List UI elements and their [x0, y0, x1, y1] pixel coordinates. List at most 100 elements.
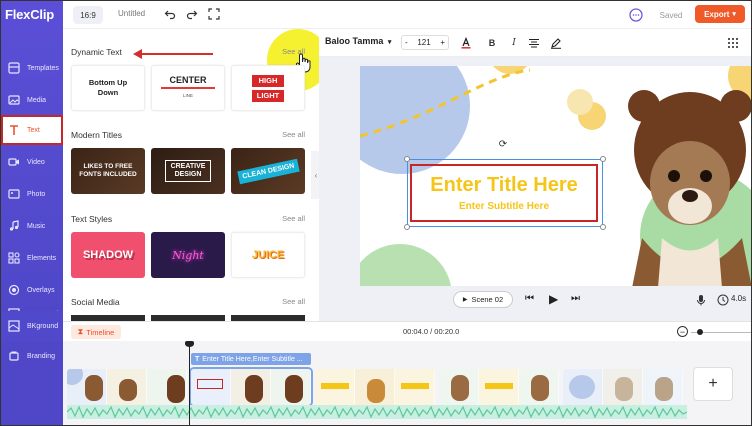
font-family-select[interactable]: Baloo Tamma ▾ — [325, 36, 391, 46]
text-track-label: Enter Title Here,Enter Subtitle ... — [202, 355, 303, 363]
play-small-icon: ▶ — [462, 297, 468, 303]
canvas-subtitle-text[interactable]: Enter Subtitle Here — [459, 201, 549, 212]
scene-clip-2-selected[interactable] — [189, 367, 313, 407]
fullscreen-icon[interactable] — [207, 7, 221, 21]
sidebar-item-text[interactable]: Text — [1, 115, 63, 145]
zoom-out-icon[interactable]: − — [677, 326, 688, 337]
timeline-bar: ⧗ Timeline 00:04.0 / 00:20.0 − — [63, 321, 751, 341]
resize-handle[interactable] — [600, 156, 606, 162]
play-icon[interactable]: ▶ — [549, 292, 558, 306]
chevron-left-icon: ‹ — [314, 170, 318, 180]
template-shadow[interactable]: SHADOW — [71, 232, 145, 278]
export-button[interactable]: Export ▾ — [695, 5, 745, 23]
video-canvas[interactable]: ⟳ Enter Title Here Enter Subtitle Here — [360, 66, 751, 286]
align-center-icon[interactable] — [527, 36, 541, 50]
clip-thumbnail — [107, 369, 147, 405]
font-size-stepper[interactable]: - 121 + — [401, 35, 449, 50]
bold-icon[interactable]: B — [485, 36, 499, 50]
tile-line: FONTS INCLUDED — [79, 171, 137, 178]
next-scene-icon[interactable]: ⏭ — [571, 293, 580, 304]
clip-thumbnail — [439, 369, 479, 405]
audio-waveform[interactable] — [67, 405, 687, 419]
template-clean-design[interactable]: CLEAN DESIGN — [231, 148, 305, 194]
app-window: FlexClip Templates Media Text Video Phot… — [0, 0, 752, 426]
sidebar-item-music[interactable]: Music — [1, 211, 63, 241]
saved-status: Saved — [659, 10, 683, 20]
template-fonts-included[interactable]: LIKES TO FREE FONTS INCLUDED — [71, 148, 145, 194]
sidebar-item-video[interactable]: Video — [1, 147, 63, 177]
zoom-slider-thumb[interactable] — [697, 329, 703, 335]
clip-thumbnail — [191, 369, 231, 405]
background-icon — [7, 319, 21, 333]
scene-selector-button[interactable]: ▶ Scene 02 — [453, 291, 513, 308]
export-label: Export — [704, 9, 730, 19]
clip-thumbnail — [231, 369, 271, 405]
tile-line: SHADOW — [82, 249, 134, 261]
text-panel: Dynamic Text See all Bottom Up Down CENT… — [63, 29, 329, 321]
clock-icon — [717, 293, 729, 306]
tile-line: LINE — [182, 93, 193, 98]
microphone-icon[interactable] — [695, 293, 707, 306]
template-bottom-up-down[interactable]: Bottom Up Down — [71, 65, 145, 111]
undo-icon[interactable] — [163, 7, 177, 21]
template-juice[interactable]: JUICE — [231, 232, 305, 278]
text-color-icon[interactable] — [459, 36, 473, 50]
more-grid-icon[interactable] — [726, 36, 740, 50]
sidebar-item-label: Media — [27, 96, 47, 104]
sidebar-item-label: Music — [27, 222, 46, 230]
timeline-toggle-button[interactable]: ⧗ Timeline — [71, 325, 121, 339]
sidebar-item-label: Video — [27, 158, 45, 166]
chevron-down-icon: ▾ — [387, 39, 392, 46]
aspect-ratio-button[interactable]: 16:9 — [73, 6, 103, 24]
redo-icon[interactable] — [185, 7, 199, 21]
tile-line: LIGHT — [251, 89, 285, 102]
text-track-clip[interactable]: T Enter Title Here,Enter Subtitle ... — [191, 353, 311, 365]
sidebar-item-templates[interactable]: Templates — [1, 53, 63, 83]
rotate-icon[interactable]: ⟳ — [497, 138, 509, 150]
sidebar-item-media[interactable]: Media — [1, 85, 63, 115]
scene-clip-4[interactable] — [439, 369, 559, 405]
resize-handle[interactable] — [404, 224, 410, 230]
add-scene-button[interactable]: + — [693, 367, 733, 401]
see-all-text-styles[interactable]: See all — [282, 214, 305, 223]
title-text-box[interactable]: Enter Title Here Enter Subtitle Here — [410, 164, 598, 222]
highlight-pen-icon[interactable] — [549, 36, 563, 50]
increase-size-button[interactable]: + — [440, 38, 445, 47]
italic-icon[interactable]: I — [507, 36, 521, 50]
decrease-size-button[interactable]: - — [405, 38, 408, 47]
clip-thumbnail — [315, 369, 355, 405]
scene-clip-3[interactable] — [315, 369, 435, 405]
previous-scene-icon[interactable]: ⏮ — [525, 293, 534, 304]
template-creative-design[interactable]: CREATIVE DESIGN — [151, 148, 225, 194]
canvas-title-text[interactable]: Enter Title Here — [430, 174, 577, 197]
font-size-value[interactable]: 121 — [417, 38, 430, 47]
tile-line: CREATIVE — [170, 163, 206, 170]
section-title-social-media: Social Media — [71, 297, 120, 307]
text-toolbar: Baloo Tamma ▾ - 121 + B I — [319, 29, 751, 57]
template-highlight[interactable]: HIGH LIGHT — [231, 65, 305, 111]
resize-handle[interactable] — [600, 224, 606, 230]
project-title[interactable]: Untitled — [118, 9, 145, 18]
sidebar-item-photo[interactable]: Photo — [1, 179, 63, 209]
layers-icon — [7, 283, 21, 297]
sidebar-item-label: Templates — [27, 64, 59, 72]
scene-clip-1[interactable] — [67, 369, 187, 405]
sidebar-item-bkground-row[interactable]: BKground — [1, 311, 63, 341]
sidebar-item-overlays[interactable]: Overlays — [1, 275, 63, 305]
template-center-line[interactable]: CENTER LINE — [151, 65, 225, 111]
scene-duration[interactable]: 4.0s — [731, 294, 746, 303]
sidebar: FlexClip Templates Media Text Video Phot… — [1, 1, 63, 321]
sidebar-item-elements[interactable]: Elements — [1, 243, 63, 273]
playhead[interactable] — [189, 341, 190, 425]
resize-handle[interactable] — [404, 156, 410, 162]
scene-clip-5[interactable] — [563, 369, 683, 405]
see-all-modern-titles[interactable]: See all — [282, 130, 305, 139]
sidebar-item-branding[interactable]: Branding — [1, 341, 63, 371]
layout-icon — [7, 61, 21, 75]
see-all-social-media[interactable]: See all — [282, 297, 305, 306]
chat-icon[interactable] — [628, 7, 644, 23]
text-t-icon — [7, 123, 21, 137]
timeline-time: 00:04.0 / 00:20.0 — [403, 327, 460, 336]
template-night[interactable]: Night — [151, 232, 225, 278]
tile-line: HIGH — [251, 74, 285, 87]
